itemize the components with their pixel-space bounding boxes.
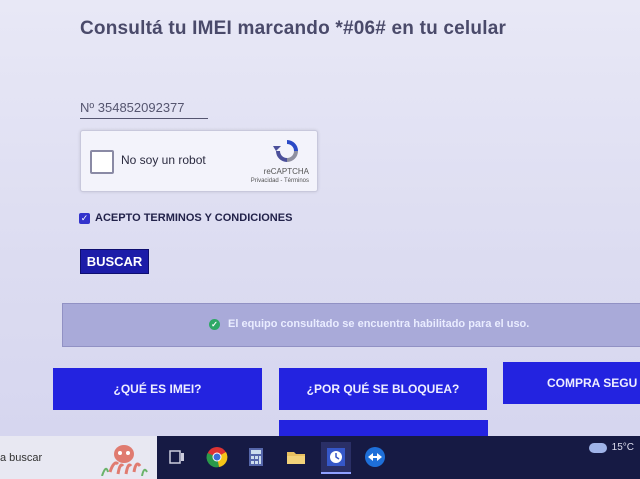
task-view-icon[interactable] bbox=[162, 442, 192, 472]
weather-cloud-icon bbox=[588, 442, 607, 453]
result-alert: ✓ El equipo consultado se encuentra habi… bbox=[62, 303, 640, 347]
page-title: Consultá tu IMEI marcando *#06# en tu ce… bbox=[80, 18, 507, 39]
why-blocked-button[interactable]: ¿POR QUÉ SE BLOQUEA? bbox=[279, 368, 487, 410]
recaptcha-logo-icon bbox=[273, 140, 298, 162]
temperature-label[interactable]: 15°C bbox=[612, 442, 634, 453]
recaptcha-widget: No soy un robot reCAPTCHA Privacidad - T… bbox=[80, 130, 318, 192]
imei-field[interactable] bbox=[80, 98, 208, 119]
safe-purchase-button[interactable]: COMPRA SEGU bbox=[503, 362, 640, 404]
captcha-links[interactable]: Privacidad - Términos bbox=[251, 178, 309, 184]
captcha-label: No soy un robot bbox=[121, 153, 206, 167]
taskbar: a buscar 15°C bbox=[0, 436, 640, 479]
octopus-search-art-icon bbox=[101, 445, 148, 476]
web-page: Consultá tu IMEI marcando *#06# en tu ce… bbox=[0, 0, 640, 436]
taskbar-search-text: a buscar bbox=[0, 452, 43, 464]
file-explorer-icon[interactable] bbox=[281, 442, 311, 472]
search-button[interactable]: BUSCAR bbox=[80, 249, 149, 274]
chrome-icon[interactable] bbox=[202, 442, 232, 472]
system-tray: 15°C bbox=[588, 442, 634, 453]
check-circle-icon: ✓ bbox=[209, 318, 220, 330]
terms-label: ACEPTO TERMINOS Y CONDICIONES bbox=[95, 212, 293, 224]
nav-button-partial[interactable] bbox=[279, 420, 488, 436]
imei-input[interactable] bbox=[80, 98, 208, 117]
terms-row[interactable]: ✓ ACEPTO TERMINOS Y CONDICIONES bbox=[79, 212, 292, 224]
result-message: El equipo consultado se encuentra habili… bbox=[228, 318, 530, 330]
captcha-checkbox[interactable] bbox=[90, 150, 114, 174]
teamviewer-icon[interactable] bbox=[360, 442, 390, 472]
captcha-brand: reCAPTCHA bbox=[263, 167, 309, 176]
what-is-imei-button[interactable]: ¿QUÉ ES IMEI? bbox=[53, 368, 262, 410]
clock-app-icon[interactable] bbox=[321, 442, 351, 474]
taskbar-search[interactable]: a buscar bbox=[0, 436, 157, 479]
calculator-icon[interactable] bbox=[241, 442, 271, 472]
terms-checkbox[interactable]: ✓ bbox=[79, 212, 90, 224]
